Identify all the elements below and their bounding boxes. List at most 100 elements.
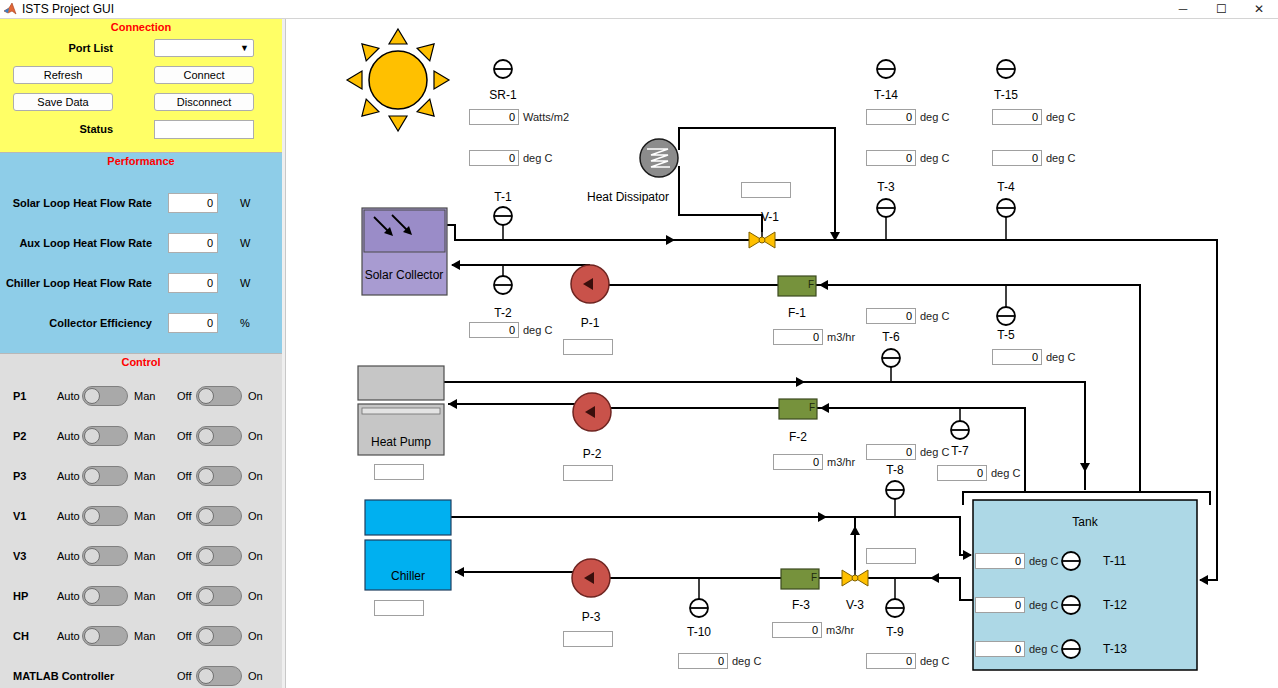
- pump-status: [563, 339, 613, 355]
- flow-meter-mark: F: [809, 402, 815, 414]
- chiller-label: Chiller: [391, 569, 425, 583]
- controller-switch[interactable]: [196, 666, 242, 686]
- port-list-dropdown[interactable]: ▼: [154, 39, 254, 57]
- pump-label: P-1: [581, 316, 600, 330]
- heat-dissipator-label: Heat Dissipator: [587, 190, 669, 204]
- side-panel: ConnectionPort List▼RefreshConnectSave D…: [0, 19, 282, 688]
- switch-knob: [84, 508, 100, 524]
- pipe: [444, 382, 1085, 490]
- connection-button[interactable]: Refresh: [13, 66, 113, 84]
- performance-unit: W: [240, 235, 250, 252]
- performance-unit: W: [240, 275, 250, 292]
- sensor-value: 0: [992, 349, 1042, 365]
- sensor-value: 0: [937, 465, 987, 481]
- flow-arrow-icon: [666, 235, 675, 245]
- window-control-button[interactable]: ✕: [1240, 2, 1278, 17]
- pump-icon: [571, 265, 609, 303]
- flow-arrow-icon: [930, 573, 939, 583]
- mode-switch[interactable]: [82, 546, 128, 566]
- flow-meter-label: F-2: [789, 430, 807, 444]
- performance-value: 0: [168, 193, 218, 213]
- reading-value: 0: [469, 150, 519, 166]
- flow-arrow-icon: [820, 403, 829, 413]
- switch-knob: [198, 628, 214, 644]
- sensor-label: T-9: [886, 625, 903, 639]
- power-switch[interactable]: [196, 426, 242, 446]
- temperature-sensor-icon: [997, 285, 1015, 325]
- sensor-label: T-7: [951, 444, 968, 458]
- switch-knob: [198, 548, 214, 564]
- valve-label: V-1: [761, 210, 779, 224]
- pump-label: P-2: [583, 447, 602, 461]
- off-label: Off: [177, 668, 196, 685]
- mode-switch[interactable]: [82, 586, 128, 606]
- sensor-label: T-1: [494, 190, 511, 204]
- temperature-sensor-icon: [951, 408, 969, 439]
- performance-row: Solar Loop Heat Flow Rate 0 W: [0, 193, 282, 213]
- on-label: On: [248, 588, 263, 605]
- power-switch[interactable]: [196, 546, 242, 566]
- manual-label: Man: [134, 428, 177, 445]
- switch-knob: [198, 468, 214, 484]
- flow-arrow-icon: [830, 232, 840, 241]
- temperature-sensor-icon: [886, 481, 904, 517]
- flow-value: 0: [773, 454, 823, 470]
- connection-button[interactable]: Disconnect: [154, 93, 254, 111]
- mode-switch[interactable]: [82, 626, 128, 646]
- flow-meter-label: F-1: [788, 306, 806, 320]
- pump-status: [563, 465, 613, 481]
- on-label: On: [248, 428, 263, 445]
- performance-unit: W: [240, 195, 250, 212]
- temperature-sensor-icon: [1062, 596, 1080, 614]
- performance-value: 0: [168, 273, 218, 293]
- mode-switch[interactable]: [82, 426, 128, 446]
- sensor-label: T-2: [494, 306, 511, 320]
- piping-drawing: [286, 19, 1278, 688]
- temperature-sensor-icon: [1062, 640, 1080, 658]
- pipe: [452, 264, 590, 266]
- flow-meter-icon: [781, 569, 819, 589]
- on-label: On: [248, 468, 263, 485]
- control-section: ControlP1AutoManOffOnP2AutoManOffOnP3Aut…: [0, 354, 282, 688]
- performance-value: 0: [168, 233, 218, 253]
- auto-label: Auto: [57, 628, 82, 645]
- connection-button[interactable]: Connect: [154, 66, 254, 84]
- performance-row: Aux Loop Heat Flow Rate0W: [0, 233, 282, 253]
- temperature-sensor-icon: [494, 265, 512, 294]
- manual-label: Man: [134, 548, 177, 565]
- performance-label: Solar Loop Heat Flow Rate: [0, 195, 152, 212]
- reading-value: 0: [866, 444, 916, 460]
- switch-knob: [84, 468, 100, 484]
- mode-switch[interactable]: [82, 466, 128, 486]
- mode-switch[interactable]: [82, 506, 128, 526]
- window-control-button[interactable]: ☐: [1202, 2, 1240, 17]
- power-switch[interactable]: [196, 386, 242, 406]
- app-window: ISTS Project GUI─☐✕ConnectionPort List▼R…: [0, 0, 1278, 688]
- sensor-value: 0: [469, 322, 519, 338]
- pump-icon: [573, 393, 611, 431]
- power-switch[interactable]: [196, 506, 242, 526]
- auto-label: Auto: [57, 588, 82, 605]
- dropdown-arrow-icon: ▼: [240, 43, 249, 53]
- window-control-button[interactable]: ─: [1164, 2, 1202, 17]
- auto-label: Auto: [57, 428, 82, 445]
- tank-label: Tank: [1072, 515, 1097, 529]
- temperature-sensor-icon: [494, 207, 512, 240]
- status-field: [154, 120, 254, 139]
- connection-button[interactable]: Save Data: [13, 93, 113, 111]
- auto-label: Auto: [57, 508, 82, 525]
- unit-label: deg C: [920, 110, 949, 124]
- auto-label: Auto: [57, 548, 82, 565]
- mode-switch[interactable]: [82, 386, 128, 406]
- valve-icon: [749, 228, 775, 248]
- power-switch[interactable]: [196, 466, 242, 486]
- unit-label: deg C: [991, 466, 1020, 480]
- performance-label: Chiller Loop Heat Flow Rate: [0, 275, 152, 292]
- flow-arrow-icon: [451, 260, 460, 270]
- flow-arrow-icon: [1199, 575, 1208, 585]
- power-switch[interactable]: [196, 626, 242, 646]
- valve-status: [741, 182, 791, 198]
- solar-collector-icon: [362, 208, 447, 295]
- control-label: V1: [13, 508, 57, 525]
- power-switch[interactable]: [196, 586, 242, 606]
